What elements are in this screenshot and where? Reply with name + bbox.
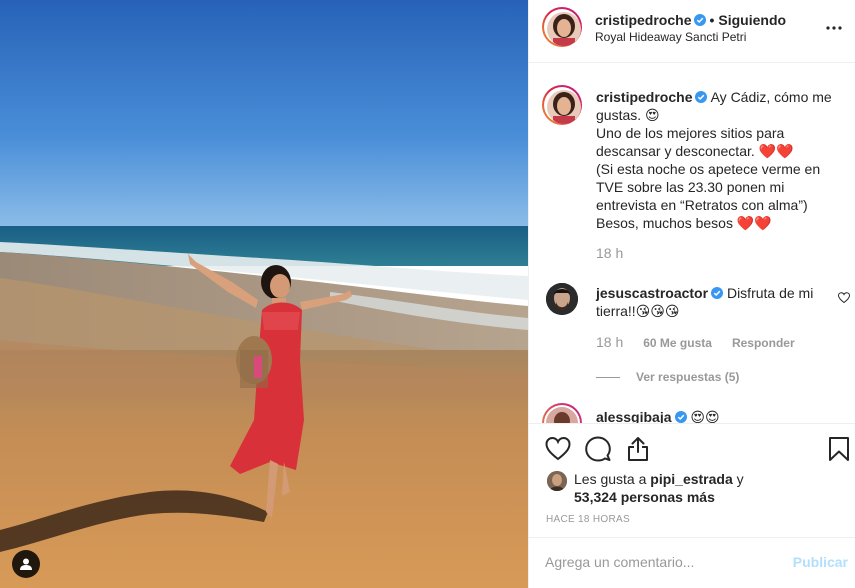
post-side-panel: cristipedroche • Siguiendo Royal Hideaway …: [528, 0, 855, 588]
avatar-image: [546, 283, 578, 315]
verified-badge-icon: [694, 14, 707, 26]
more-options-button[interactable]: [824, 20, 844, 36]
comment-button[interactable]: [585, 436, 611, 462]
author-avatar[interactable]: [547, 12, 581, 46]
user-tag-icon: [20, 558, 32, 570]
add-comment-section: Publicar: [529, 537, 855, 588]
comment-text-block: jesuscastroactor Disfruta de mi tierra!!…: [596, 284, 831, 320]
caption-text: Ay Cádiz, cómo me gustas. 😍 Uno de los m…: [596, 89, 832, 231]
comment-meta: 18 h 60 Me gusta Responder: [596, 334, 815, 350]
likes-prefix: Les gusta a: [574, 471, 651, 487]
following-button[interactable]: Siguiendo: [718, 12, 786, 28]
comment-input[interactable]: [545, 554, 775, 570]
second-comment-text: 😍😍: [690, 409, 720, 423]
avatar-image: [542, 403, 582, 423]
header-separator: •: [709, 12, 715, 28]
caption-time[interactable]: 18 h: [596, 245, 623, 261]
reply-button[interactable]: Responder: [732, 336, 795, 350]
comment-time[interactable]: 18 h: [596, 334, 623, 350]
avatar-image: [547, 90, 581, 124]
replies-divider: [596, 376, 620, 378]
heart-icon: [837, 292, 851, 304]
second-commenter-ring[interactable]: [542, 403, 582, 423]
header-user-row: cristipedroche • Siguiendo: [595, 12, 786, 28]
post-comment-button[interactable]: Publicar: [793, 554, 848, 570]
likes-count[interactable]: 53,324 personas más: [574, 489, 715, 505]
comment-icon: [585, 436, 611, 462]
user-tag-button[interactable]: [12, 550, 40, 578]
view-replies-button[interactable]: Ver respuestas (5): [596, 370, 739, 384]
story-ring[interactable]: [542, 7, 582, 47]
verified-badge-icon: [695, 91, 708, 103]
comments-list[interactable]: cristipedroche Ay Cádiz, cómo me gustas.…: [529, 64, 855, 423]
avatar-image: [547, 471, 567, 491]
more-icon: [826, 26, 842, 30]
verified-badge-icon: [674, 411, 687, 423]
caption-story-ring[interactable]: [542, 85, 582, 125]
comment-likes[interactable]: 60 Me gusta: [643, 336, 712, 350]
like-button[interactable]: [545, 436, 571, 462]
view-replies-label: Ver respuestas (5): [636, 370, 740, 384]
likes-joiner: y: [732, 471, 744, 487]
post-timestamp[interactable]: HACE 18 HORAS: [546, 514, 630, 525]
instagram-post-view: cristipedroche • Siguiendo Royal Hideaway …: [0, 0, 855, 588]
commenter-avatar[interactable]: [546, 283, 578, 315]
comment-username[interactable]: jesuscastroactor: [596, 285, 708, 301]
comment-like-button[interactable]: [837, 291, 851, 304]
verified-badge-icon: [711, 287, 724, 299]
share-button[interactable]: [625, 436, 651, 462]
avatar-image: [547, 12, 581, 46]
caption-avatar[interactable]: [547, 90, 581, 124]
action-bar: [529, 423, 855, 473]
beach-photo-image: [0, 0, 528, 588]
share-icon: [628, 437, 648, 461]
save-button[interactable]: [826, 436, 852, 462]
post-header: cristipedroche • Siguiendo Royal Hideaway …: [529, 0, 855, 63]
caption-username[interactable]: cristipedroche: [596, 89, 692, 105]
second-comment-block: alessgibaja 😍😍: [596, 409, 720, 423]
caption-text-block: cristipedroche Ay Cádiz, cómo me gustas.…: [596, 88, 846, 232]
heart-icon: [545, 436, 571, 461]
likes-text: Les gusta a pipi_estrada y 53,324 persona…: [574, 470, 844, 506]
author-username[interactable]: cristipedroche: [595, 12, 691, 28]
liker-avatar[interactable]: [547, 471, 567, 491]
second-comment-username[interactable]: alessgibaja: [596, 409, 672, 423]
bookmark-icon: [829, 437, 849, 461]
liker-username[interactable]: pipi_estrada: [650, 471, 732, 487]
location-link[interactable]: Royal Hideaway Sancti Petri: [595, 30, 746, 44]
post-photo[interactable]: [0, 0, 528, 588]
